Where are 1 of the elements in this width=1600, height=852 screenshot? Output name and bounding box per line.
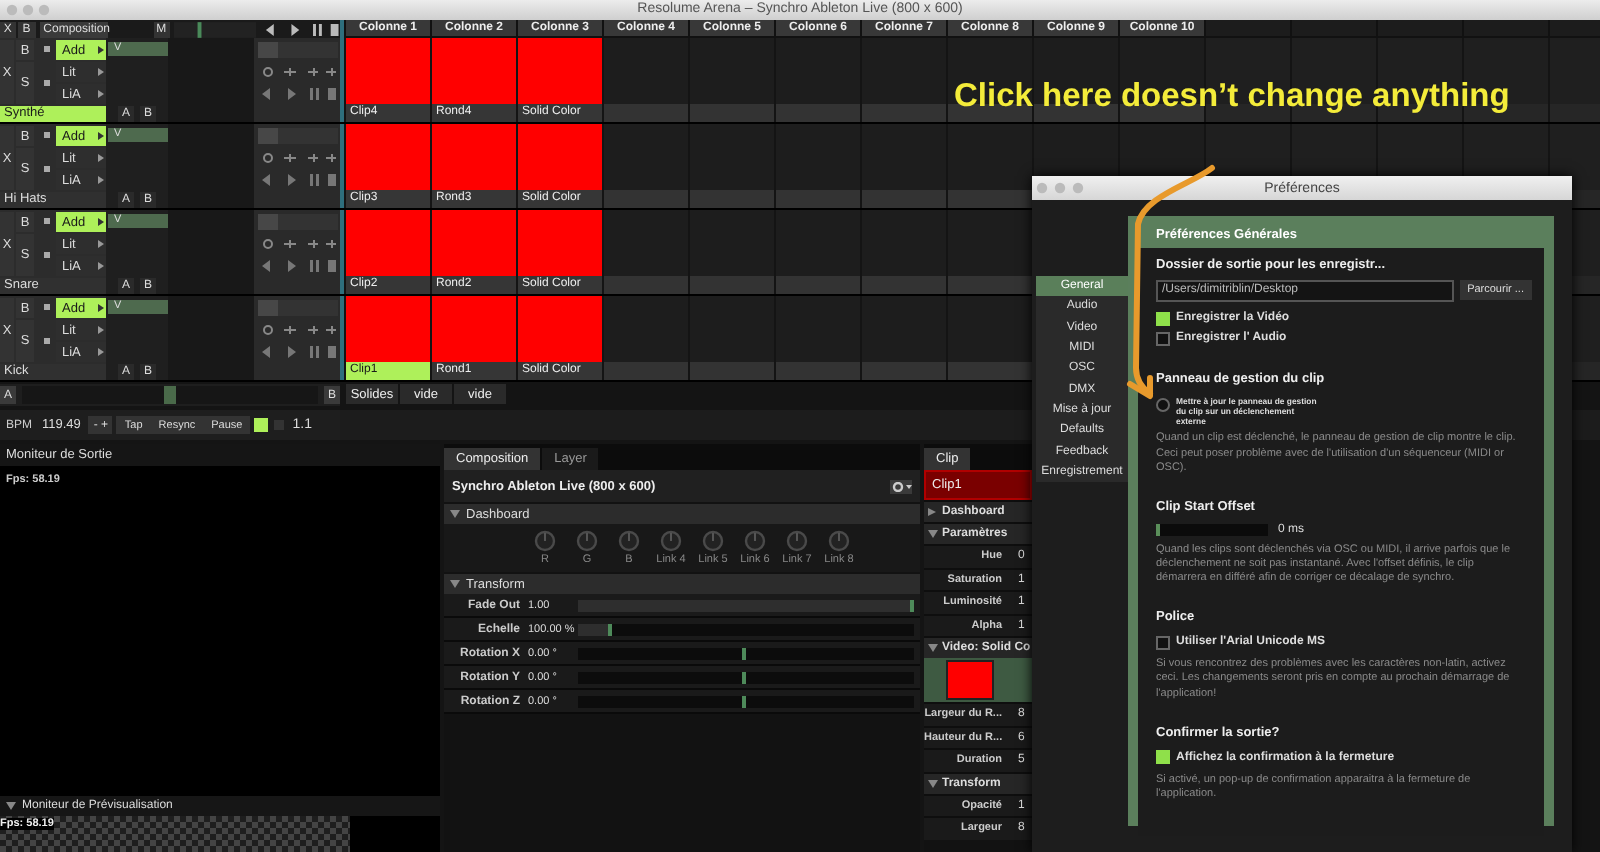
annotation-text: Click here doesn’t change anything <box>954 78 1510 116</box>
